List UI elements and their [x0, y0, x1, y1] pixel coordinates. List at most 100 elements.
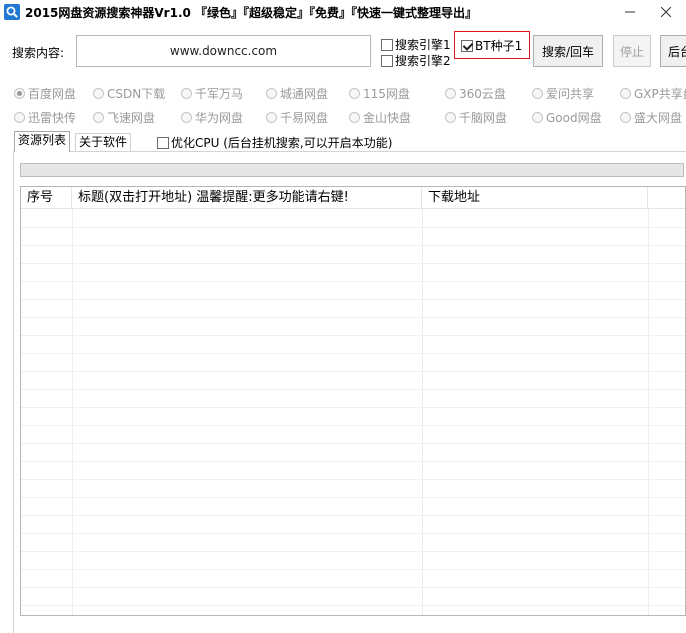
source-label: 金山快盘 [363, 111, 412, 125]
radio-button[interactable] [445, 88, 456, 99]
grid-row-line [21, 299, 685, 300]
radio-button[interactable] [93, 112, 104, 123]
source-radio[interactable]: GXP共享盘 [620, 85, 686, 102]
source-label: 360云盘 [459, 87, 506, 101]
radio-button[interactable] [349, 112, 360, 123]
engine1-checkbox[interactable]: 搜索引擎1 [381, 36, 451, 53]
column-header-index[interactable]: 序号 [21, 187, 72, 209]
column-header-title[interactable]: 标题(双击打开地址) 温馨提醒:更多功能请右键! [72, 187, 422, 209]
results-list[interactable]: 序号 标题(双击打开地址) 温馨提醒:更多功能请右键! 下载地址 [20, 186, 686, 616]
grid-row-line [21, 227, 685, 228]
source-radio[interactable]: 千易网盘 [266, 109, 328, 126]
bt-seed-label: BT种子1 [475, 39, 523, 53]
title-bar: 2015网盘资源搜索神器Vr1.0 『绿色』『超级稳定』『免费』『快速一键式整理… [0, 0, 686, 24]
engine1-label: 搜索引擎1 [395, 38, 451, 52]
source-label: 千军万马 [195, 87, 244, 101]
optimize-cpu-checkbox[interactable]: 优化CPU (后台挂机搜索,可以开启本功能) [157, 134, 392, 151]
source-radio[interactable]: 华为网盘 [181, 109, 243, 126]
minimize-button[interactable] [616, 0, 644, 24]
source-radio[interactable]: 盛大网盘 [620, 109, 682, 126]
radio-button[interactable] [532, 88, 543, 99]
search-input[interactable]: www.downcc.com [76, 35, 371, 67]
source-label: 盛大网盘 [634, 111, 683, 125]
radio-button[interactable] [14, 112, 25, 123]
search-label: 搜索内容: [12, 46, 65, 60]
grid-row-line [21, 461, 685, 462]
source-radio[interactable]: 360云盘 [445, 85, 506, 102]
source-radio[interactable]: 金山快盘 [349, 109, 411, 126]
grid-line [422, 209, 423, 615]
radio-button[interactable] [181, 112, 192, 123]
optimize-cpu-label: 优化CPU (后台挂机搜索,可以开启本功能) [171, 136, 393, 150]
grid-line [72, 209, 73, 615]
source-label: 百度网盘 [28, 87, 77, 101]
engine2-label: 搜索引擎2 [395, 54, 451, 68]
grid-row-line [21, 371, 685, 372]
close-button[interactable] [652, 0, 680, 24]
radio-button[interactable] [532, 112, 543, 123]
source-radio[interactable]: 115网盘 [349, 85, 410, 102]
source-label: 115网盘 [363, 87, 410, 101]
window-title: 2015网盘资源搜索神器Vr1.0 『绿色』『超级稳定』『免费』『快速一键式整理… [25, 6, 478, 20]
checkbox-box[interactable] [381, 38, 393, 51]
search-button[interactable]: 搜索/回车 [533, 35, 603, 67]
checkbox-box[interactable] [381, 54, 393, 67]
radio-selected[interactable] [14, 88, 25, 99]
source-radio[interactable]: CSDN下载 [93, 85, 165, 102]
list-header: 序号 标题(双击打开地址) 温馨提醒:更多功能请右键! 下载地址 [21, 187, 685, 209]
grid-row-line [21, 263, 685, 264]
grid-row-line [21, 389, 685, 390]
bt-seed-checkbox[interactable]: BT种子1 [461, 37, 522, 54]
progress-bar [20, 163, 684, 177]
checkbox-box[interactable] [157, 136, 169, 149]
grid-row-line [21, 407, 685, 408]
grid-row-line [21, 605, 685, 606]
source-label: GXP共享盘 [634, 87, 686, 101]
source-radio[interactable]: 迅雷快传 [14, 109, 76, 126]
radio-button[interactable] [181, 88, 192, 99]
source-label: 华为网盘 [195, 111, 244, 125]
engine2-checkbox[interactable]: 搜索引擎2 [381, 52, 451, 69]
source-label: 飞速网盘 [107, 111, 156, 125]
column-header-download[interactable]: 下载地址 [422, 187, 648, 209]
background-button[interactable]: 后台 [660, 35, 686, 67]
checkbox-checked[interactable] [461, 39, 473, 52]
radio-button[interactable] [445, 112, 456, 123]
grid-row-line [21, 479, 685, 480]
radio-button[interactable] [620, 88, 631, 99]
radio-button[interactable] [93, 88, 104, 99]
magnifier-app-icon [4, 4, 20, 20]
grid-row-line [21, 353, 685, 354]
grid-row-line [21, 317, 685, 318]
radio-button[interactable] [266, 112, 277, 123]
grid-row-line [21, 551, 685, 552]
tab-about[interactable]: 关于软件 [75, 133, 132, 151]
grid-row-line [21, 335, 685, 336]
source-label: 千脑网盘 [459, 111, 508, 125]
source-radio[interactable]: 飞速网盘 [93, 109, 155, 126]
source-label: 城通网盘 [280, 87, 329, 101]
radio-button[interactable] [266, 88, 277, 99]
source-label: 千易网盘 [280, 111, 329, 125]
source-label: 迅雷快传 [28, 111, 77, 125]
minimize-icon [625, 11, 635, 13]
source-radio[interactable]: 爱问共享 [532, 85, 594, 102]
tab-resource-list[interactable]: 资源列表 [14, 131, 71, 152]
radio-button[interactable] [620, 112, 631, 123]
source-radio[interactable]: 千军万马 [181, 85, 243, 102]
grid-row-line [21, 569, 685, 570]
grid-row-line [21, 281, 685, 282]
grid-row-line [21, 425, 685, 426]
close-icon [661, 7, 671, 17]
stop-button[interactable]: 停止 [613, 35, 651, 67]
grid-row-line [21, 443, 685, 444]
source-label: CSDN下载 [107, 87, 166, 101]
source-radio[interactable]: Good网盘 [532, 109, 602, 126]
source-label: Good网盘 [546, 111, 602, 125]
radio-button[interactable] [349, 88, 360, 99]
source-radio[interactable]: 百度网盘 [14, 85, 76, 102]
grid-row-line [21, 497, 685, 498]
source-radio[interactable]: 城通网盘 [266, 85, 328, 102]
grid-row-line [21, 533, 685, 534]
source-radio[interactable]: 千脑网盘 [445, 109, 507, 126]
